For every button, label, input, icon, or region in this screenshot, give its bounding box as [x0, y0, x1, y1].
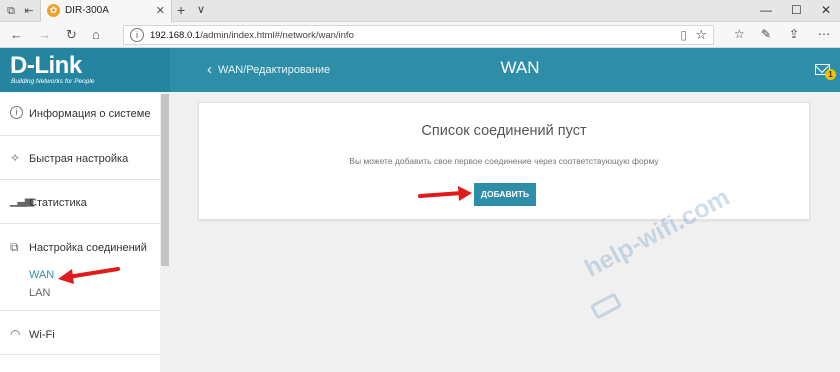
sidebar-item-statistics[interactable]: ▁▃▅ Статистика — [0, 180, 160, 224]
forward-arrow-icon[interactable]: → — [38, 27, 51, 42]
sidebar-item-system-info[interactable]: i Информация о системе — [0, 92, 160, 136]
sidebar-item-label: Информация о системе — [29, 108, 151, 120]
url-field[interactable]: i 192.168.0.1/admin/index.html#/network/… — [123, 25, 714, 45]
add-connection-button[interactable]: ДОБАВИТЬ — [474, 183, 536, 206]
more-menu-icon[interactable]: ⋯ — [818, 27, 830, 41]
back-arrow-icon[interactable]: ← — [10, 27, 23, 42]
notes-pen-icon[interactable]: ✎ — [761, 27, 771, 41]
main-content: Список соединений пуст Вы можете добавит… — [170, 92, 840, 372]
tab-close-icon[interactable]: ✕ — [156, 4, 165, 17]
sidebar-item-label: Wi-Fi — [29, 329, 55, 341]
info-icon: i — [10, 106, 23, 119]
tab-title: DIR-300A — [65, 5, 109, 16]
browser-tab-bar: ⧉ ⇤ ✿ DIR-300A ✕ + ∨ — ☐ ✕ — [0, 0, 840, 22]
annotation-arrow-button — [418, 186, 472, 201]
maximize-button[interactable]: ☐ — [791, 3, 802, 17]
site-info-icon[interactable]: i — [130, 28, 144, 42]
tab-list-chevron-icon[interactable]: ∨ — [197, 3, 205, 16]
minimize-button[interactable]: — — [760, 3, 772, 17]
favorite-star-icon[interactable]: ☆ — [695, 27, 707, 43]
refresh-icon[interactable]: ↻ — [66, 27, 77, 43]
share-icon[interactable]: ⇪ — [789, 27, 799, 41]
logo-tagline: Building Networks for People — [11, 78, 95, 85]
sidebar-item-label: Настройка соединений — [29, 242, 147, 254]
favorites-icon[interactable]: ☆ — [734, 27, 745, 41]
address-bar-row: ← → ↻ ⌂ i 192.168.0.1/admin/index.html#/… — [0, 22, 840, 48]
url-text: 192.168.0.1/admin/index.html#/network/wa… — [150, 30, 354, 41]
wifi-icon: ◠ — [10, 327, 21, 341]
tab-preview-icon[interactable]: ⧉ — [4, 4, 18, 18]
set-tabs-aside-icon[interactable]: ⇤ — [22, 4, 36, 18]
sidebar-subitem-lan[interactable]: LAN — [29, 287, 50, 299]
close-window-button[interactable]: ✕ — [821, 3, 831, 17]
sidebar-item-quick-setup[interactable]: ✧ Быстрая настройка — [0, 136, 160, 180]
empty-state-description: Вы можете добавить свое первое соединени… — [349, 156, 659, 166]
notification-badge: 1 — [825, 69, 836, 80]
sidebar-scrollbar[interactable] — [160, 92, 170, 372]
home-icon[interactable]: ⌂ — [92, 27, 100, 42]
reading-view-icon[interactable]: ▯ — [680, 28, 687, 42]
favicon-icon: ✿ — [47, 4, 60, 17]
empty-state-title: Список соединений пуст — [421, 123, 587, 139]
url-host: 192.168.0.1 — [150, 30, 201, 41]
url-path: /admin/index.html#/network/wan/info — [200, 30, 354, 41]
sidebar-item-label: Быстрая настройка — [29, 153, 129, 165]
magic-wand-icon: ✧ — [10, 151, 21, 165]
sidebar-item-label: Статистика — [29, 197, 87, 209]
page-title: WAN — [500, 58, 540, 77]
sidebar-item-wifi[interactable]: ◠ Wi-Fi — [0, 311, 160, 355]
router-header: D-Link Building Networks for People ‹ WAN… — [0, 48, 840, 92]
scrollbar-thumb[interactable] — [161, 94, 169, 266]
sidebar-subitem-wan[interactable]: WAN — [29, 269, 54, 281]
sidebar: i Информация о системе ✧ Быстрая настрой… — [0, 92, 160, 372]
annotation-arrow-wan — [58, 267, 120, 284]
browser-tab[interactable]: ✿ DIR-300A ✕ — [40, 0, 172, 22]
monitors-icon: ⧉ — [10, 240, 19, 254]
new-tab-button[interactable]: + — [177, 2, 185, 18]
